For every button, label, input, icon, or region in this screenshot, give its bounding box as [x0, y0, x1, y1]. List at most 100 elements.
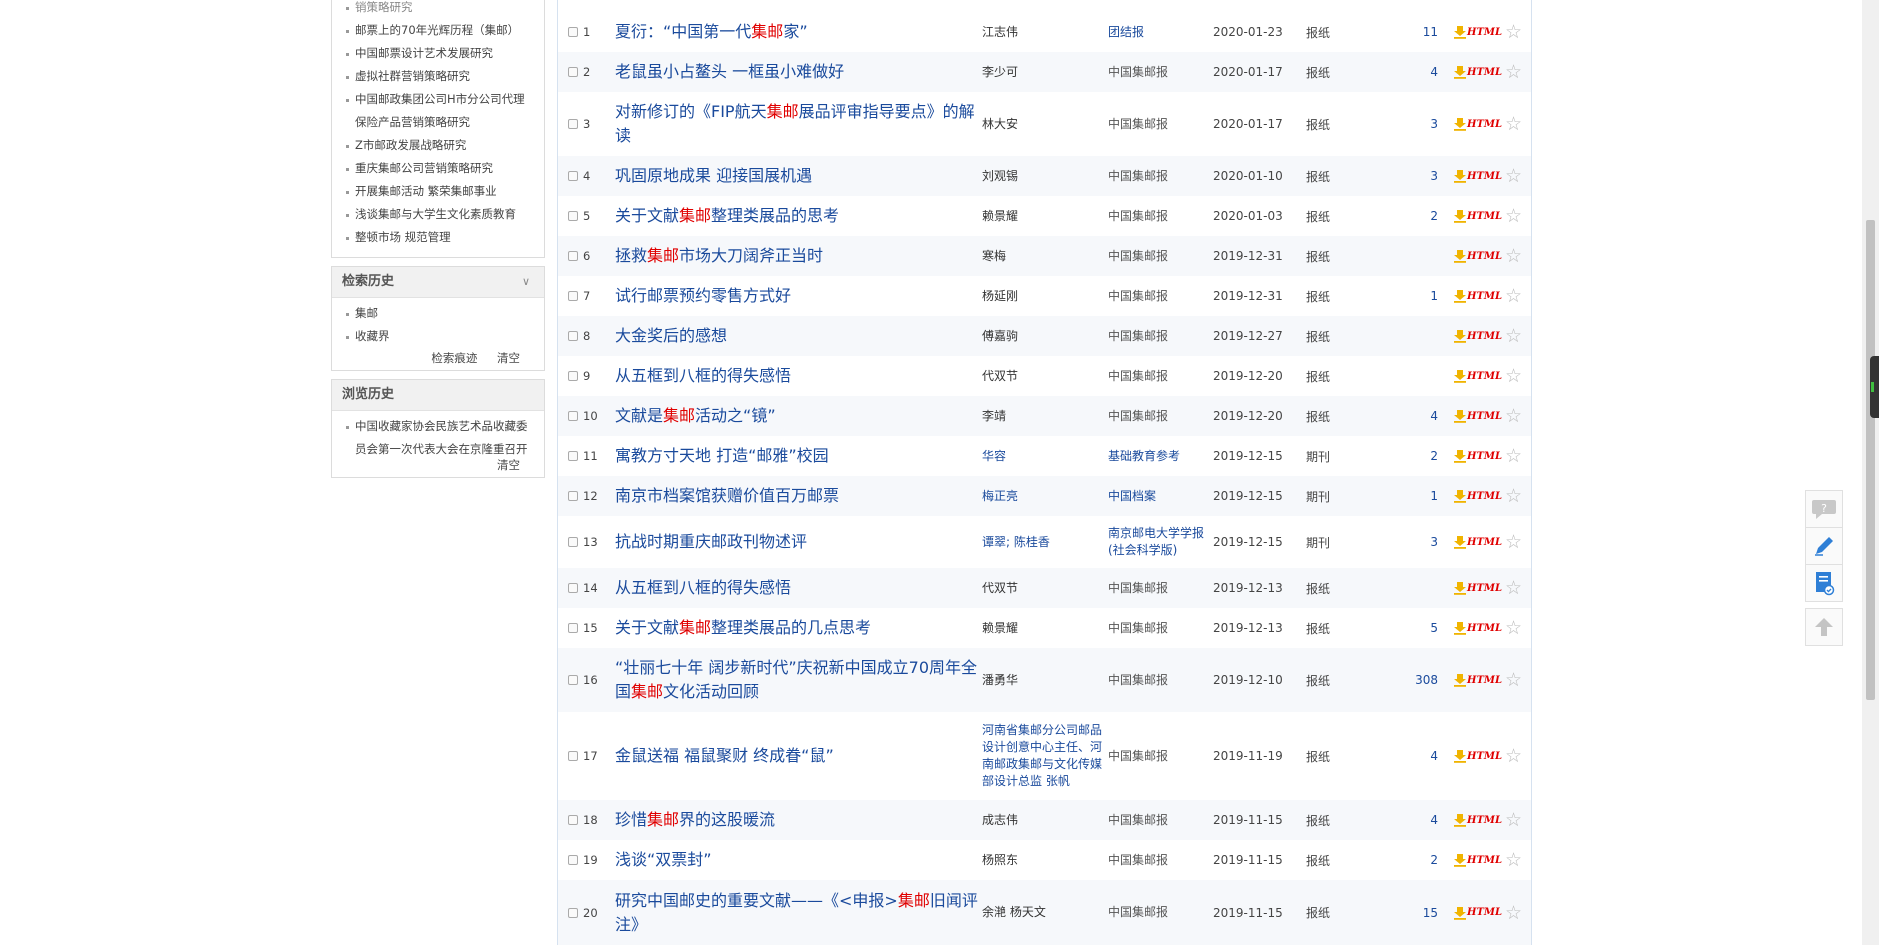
source-link[interactable]: 中国集邮报: [1108, 288, 1213, 305]
list-item[interactable]: 邮票上的70年光辉历程（集邮）: [344, 19, 536, 42]
result-title-link[interactable]: “壮丽七十年 阔步新时代”庆祝新中国成立70周年全国集邮文化活动回顾: [615, 656, 980, 704]
row-checkbox[interactable]: [568, 251, 578, 261]
download-icon[interactable]: [1453, 853, 1467, 867]
author-link[interactable]: 李少可: [982, 64, 1107, 81]
row-checkbox[interactable]: [568, 583, 578, 593]
author-link[interactable]: 林大安: [982, 116, 1107, 133]
download-icon[interactable]: [1453, 535, 1467, 549]
star-icon[interactable]: ☆: [1505, 285, 1522, 307]
source-link[interactable]: 中国集邮报: [1108, 368, 1213, 385]
row-checkbox[interactable]: [568, 331, 578, 341]
result-title-link[interactable]: 珍惜集邮界的这股暖流: [615, 808, 980, 832]
author-link[interactable]: 余滟 杨天文: [982, 904, 1107, 921]
star-icon[interactable]: ☆: [1505, 165, 1522, 187]
author-link[interactable]: 杨照东: [982, 852, 1107, 869]
download-icon[interactable]: [1453, 673, 1467, 687]
result-title-link[interactable]: 关于文献集邮整理类展品的思考: [615, 204, 980, 228]
result-title-link[interactable]: 文献是集邮活动之“镜”: [615, 404, 980, 428]
html-icon[interactable]: HTML: [1467, 291, 1502, 302]
source-link[interactable]: 中国集邮报: [1108, 904, 1213, 921]
source-link[interactable]: 中国集邮报: [1108, 408, 1213, 425]
author-link[interactable]: 谭翠; 陈桂香: [982, 534, 1107, 551]
result-title-link[interactable]: 巩固原地成果 迎接国展机遇: [615, 164, 980, 188]
author-link[interactable]: 赖景耀: [982, 208, 1107, 225]
html-icon[interactable]: HTML: [1467, 675, 1502, 686]
result-title-link[interactable]: 抗战时期重庆邮政刊物述评: [615, 530, 980, 554]
row-checkbox[interactable]: [568, 855, 578, 865]
search-history-item[interactable]: 集邮: [344, 302, 536, 325]
star-icon[interactable]: ☆: [1505, 902, 1522, 924]
search-trace-link[interactable]: 检索痕迹: [431, 351, 477, 365]
row-checkbox[interactable]: [568, 291, 578, 301]
list-item[interactable]: 浅谈集邮与大学生文化素质教育: [344, 203, 536, 226]
author-link[interactable]: 傅嘉驹: [982, 328, 1107, 345]
html-icon[interactable]: HTML: [1467, 211, 1502, 222]
star-icon[interactable]: ☆: [1505, 531, 1522, 553]
html-icon[interactable]: HTML: [1467, 171, 1502, 182]
html-icon[interactable]: HTML: [1467, 451, 1502, 462]
row-checkbox[interactable]: [568, 451, 578, 461]
list-item[interactable]: 中国邮票设计艺术发展研究: [344, 42, 536, 65]
star-icon[interactable]: ☆: [1505, 61, 1522, 83]
chevron-down-icon[interactable]: ∨: [522, 267, 530, 297]
author-link[interactable]: 梅正亮: [982, 488, 1107, 505]
source-link[interactable]: 中国集邮报: [1108, 852, 1213, 869]
result-title-link[interactable]: 夏衍：“中国第一代集邮家”: [615, 20, 980, 44]
html-icon[interactable]: HTML: [1467, 67, 1502, 78]
author-link[interactable]: 代双节: [982, 368, 1107, 385]
note-button[interactable]: [1806, 565, 1842, 601]
row-checkbox[interactable]: [568, 171, 578, 181]
author-link[interactable]: 寒梅: [982, 248, 1107, 265]
result-title-link[interactable]: 老鼠虽小占鳌头 一框虽小难做好: [615, 60, 980, 84]
row-checkbox[interactable]: [568, 211, 578, 221]
row-checkbox[interactable]: [568, 623, 578, 633]
html-icon[interactable]: HTML: [1467, 907, 1502, 918]
back-to-top-button[interactable]: [1805, 608, 1843, 646]
author-link[interactable]: 赖景耀: [982, 620, 1107, 637]
html-icon[interactable]: HTML: [1467, 751, 1502, 762]
html-icon[interactable]: HTML: [1467, 491, 1502, 502]
result-title-link[interactable]: 从五框到八框的得失感悟: [615, 576, 980, 600]
download-icon[interactable]: [1453, 489, 1467, 503]
list-item[interactable]: 中国邮政集团公司H市分公司代理保险产品营销策略研究: [344, 88, 536, 134]
result-title-link[interactable]: 金鼠送福 福鼠聚财 终成眷“鼠”: [615, 744, 980, 768]
author-link[interactable]: 成志伟: [982, 812, 1107, 829]
html-icon[interactable]: HTML: [1467, 623, 1502, 634]
html-icon[interactable]: HTML: [1467, 583, 1502, 594]
row-checkbox[interactable]: [568, 491, 578, 501]
result-title-link[interactable]: 从五框到八框的得失感悟: [615, 364, 980, 388]
row-checkbox[interactable]: [568, 907, 578, 918]
star-icon[interactable]: ☆: [1505, 669, 1522, 691]
html-icon[interactable]: HTML: [1467, 815, 1502, 826]
row-checkbox[interactable]: [568, 27, 578, 37]
list-item[interactable]: 销策略研究: [344, 0, 536, 19]
html-icon[interactable]: HTML: [1467, 371, 1502, 382]
row-checkbox[interactable]: [568, 119, 578, 129]
download-icon[interactable]: [1453, 369, 1467, 383]
star-icon[interactable]: ☆: [1505, 21, 1522, 43]
result-title-link[interactable]: 试行邮票预约零售方式好: [615, 284, 980, 308]
html-icon[interactable]: HTML: [1467, 251, 1502, 262]
list-item[interactable]: 虚拟社群营销策略研究: [344, 65, 536, 88]
download-icon[interactable]: [1453, 289, 1467, 303]
download-icon[interactable]: [1453, 249, 1467, 263]
result-title-link[interactable]: 研究中国邮史的重要文献——《<申报>集邮旧闻评注》: [615, 889, 980, 937]
star-icon[interactable]: ☆: [1505, 113, 1522, 135]
star-icon[interactable]: ☆: [1505, 617, 1522, 639]
list-item[interactable]: Z市邮政发展战略研究: [344, 134, 536, 157]
star-icon[interactable]: ☆: [1505, 325, 1522, 347]
source-link[interactable]: 中国集邮报: [1108, 168, 1213, 185]
download-icon[interactable]: [1453, 813, 1467, 827]
clear-search-history-link[interactable]: 清空: [497, 351, 520, 365]
author-link[interactable]: 潘勇华: [982, 672, 1107, 689]
html-icon[interactable]: HTML: [1467, 855, 1502, 866]
source-link[interactable]: 团结报: [1108, 24, 1213, 41]
row-checkbox[interactable]: [568, 411, 578, 421]
download-icon[interactable]: [1453, 449, 1467, 463]
star-icon[interactable]: ☆: [1505, 405, 1522, 427]
author-link[interactable]: 李靖: [982, 408, 1107, 425]
star-icon[interactable]: ☆: [1505, 445, 1522, 467]
star-icon[interactable]: ☆: [1505, 205, 1522, 227]
download-icon[interactable]: [1453, 169, 1467, 183]
download-icon[interactable]: [1453, 117, 1467, 131]
